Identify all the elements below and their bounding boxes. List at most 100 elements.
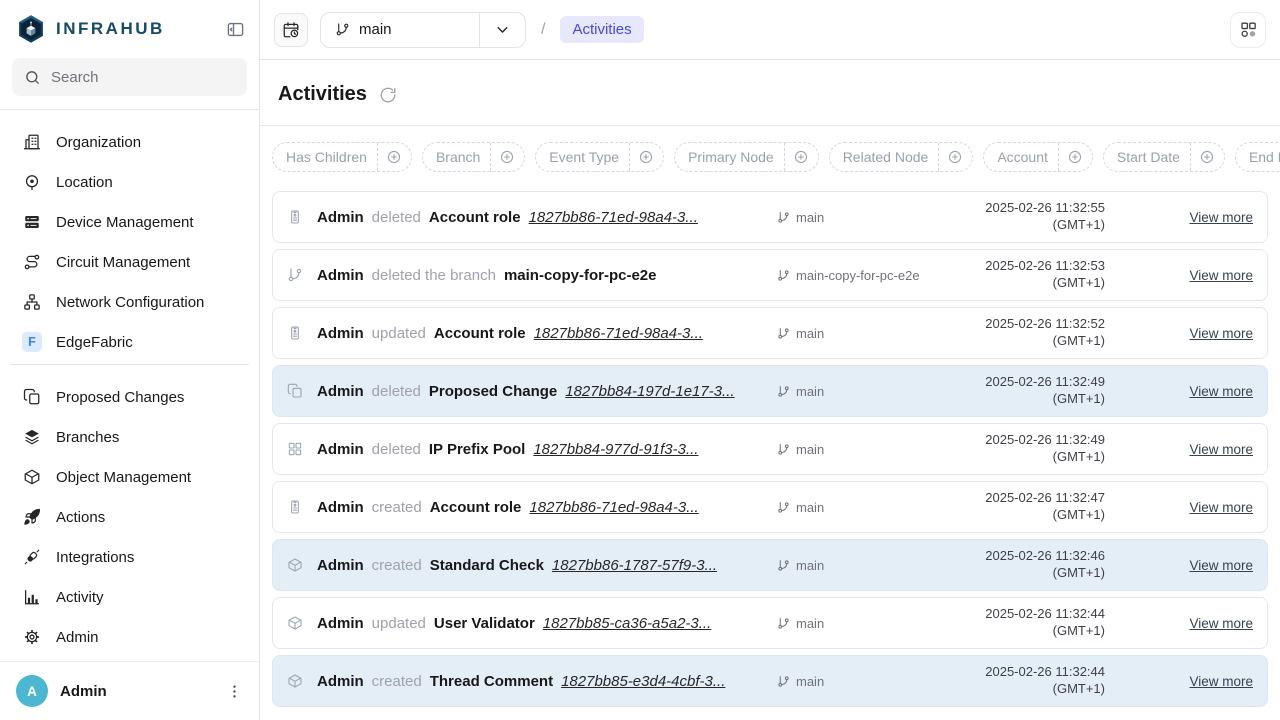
activity-object-id-link[interactable]: 1827bb85-ca36-a5a2-3...: [543, 615, 711, 632]
activity-description: Admin deleted Account role 1827bb86-71ed…: [317, 209, 777, 226]
activity-object-id-link[interactable]: 1827bb86-1787-57f9-3...: [552, 557, 717, 574]
activity-row[interactable]: Admin updated Account role 1827bb86-71ed…: [272, 307, 1268, 359]
filter-chip[interactable]: Start Date: [1103, 142, 1225, 172]
activity-branch: main: [777, 616, 957, 631]
activity-action: created: [372, 673, 422, 690]
plus-circle-icon[interactable]: [490, 143, 524, 171]
sidebar-nav-item[interactable]: Proposed Changes: [12, 377, 247, 417]
sidebar-nav-item[interactable]: F EdgeFabric: [12, 322, 247, 358]
branch-selector[interactable]: main: [320, 12, 526, 48]
activity-row[interactable]: Admin deleted Account role 1827bb86-71ed…: [272, 191, 1268, 243]
activity-actor: Admin: [317, 673, 364, 690]
view-more-link[interactable]: View more: [1189, 442, 1253, 457]
plus-circle-icon[interactable]: [784, 143, 818, 171]
activity-row[interactable]: Admin created Thread Comment 1827bb85-e3…: [272, 655, 1268, 707]
search-input[interactable]: ^K: [12, 58, 247, 96]
git-branch-icon: [287, 267, 303, 283]
sidebar-nav-item[interactable]: Location: [12, 162, 247, 202]
filter-chip[interactable]: Has Children: [272, 142, 412, 172]
plus-circle-icon[interactable]: [1058, 143, 1092, 171]
refresh-icon[interactable]: [379, 86, 397, 104]
sidebar-nav-item[interactable]: Device Management: [12, 202, 247, 242]
plus-circle-icon[interactable]: [629, 143, 663, 171]
route-icon: [22, 252, 42, 272]
activity-date: 2025-02-26 11:32:49: [957, 432, 1105, 449]
filter-chip-label: Related Node: [830, 149, 939, 165]
view-more-link[interactable]: View more: [1189, 268, 1253, 283]
sidebar-nav-item[interactable]: Organization: [12, 122, 247, 162]
plus-circle-icon[interactable]: [938, 143, 972, 171]
activity-timestamp: 2025-02-26 11:32:44 (GMT+1): [957, 606, 1105, 640]
activity-branch-name: main: [796, 210, 824, 225]
filter-chip-label: Start Date: [1104, 149, 1190, 165]
activity-object-id-link[interactable]: 1827bb86-71ed-98a4-3...: [529, 209, 698, 226]
activity-row[interactable]: Admin updated User Validator 1827bb85-ca…: [272, 597, 1268, 649]
activity-timezone: (GMT+1): [957, 333, 1105, 350]
activity-description: Admin deleted IP Prefix Pool 1827bb84-97…: [317, 441, 777, 458]
filter-chip-label: Has Children: [273, 149, 377, 165]
filter-chip[interactable]: Branch: [422, 142, 525, 172]
activity-timezone: (GMT+1): [957, 507, 1105, 524]
activity-row[interactable]: Admin created Account role 1827bb86-71ed…: [272, 481, 1268, 533]
activity-description: Admin created Standard Check 1827bb86-17…: [317, 557, 777, 574]
activity-timestamp: 2025-02-26 11:32:44 (GMT+1): [957, 664, 1105, 698]
filter-chip[interactable]: Event Type: [535, 142, 664, 172]
schema-visualizer-button[interactable]: [1230, 12, 1266, 48]
sidebar-header: INFRAHUB: [0, 0, 259, 44]
sidebar-nav-item[interactable]: Object Management: [12, 457, 247, 497]
kebab-menu-icon[interactable]: [226, 683, 243, 700]
activity-object-id-link[interactable]: 1827bb86-71ed-98a4-3...: [529, 499, 698, 516]
main-area: main / Activities: [260, 0, 1280, 720]
chevron-down-icon[interactable]: [479, 13, 525, 47]
breadcrumb-activities[interactable]: Activities: [560, 16, 643, 43]
activity-object-id-link[interactable]: 1827bb84-197d-1e17-3...: [565, 383, 734, 400]
activity-row[interactable]: Admin deleted Proposed Change 1827bb84-1…: [272, 365, 1268, 417]
layers-icon: [22, 427, 42, 447]
calendar-clock-button[interactable]: [274, 13, 308, 47]
filter-chip-label: End Date: [1236, 149, 1280, 165]
filter-chip[interactable]: Primary Node: [674, 142, 819, 172]
activity-row[interactable]: Admin deleted the branch main-copy-for-p…: [272, 249, 1268, 301]
view-more-link[interactable]: View more: [1189, 326, 1253, 341]
plus-circle-icon[interactable]: [1190, 143, 1224, 171]
activity-timezone: (GMT+1): [957, 565, 1105, 582]
view-more-link[interactable]: View more: [1189, 674, 1253, 689]
filter-chip[interactable]: Account: [983, 142, 1093, 172]
nav-group-divider: [10, 364, 249, 365]
sidebar: INFRAHUB ^K: [0, 0, 260, 720]
user-menu[interactable]: A Admin: [0, 661, 259, 720]
activity-timezone: (GMT+1): [957, 275, 1105, 292]
sidebar-nav-item[interactable]: Circuit Management: [12, 242, 247, 282]
sidebar-nav-item[interactable]: Network Configuration: [12, 282, 247, 322]
activity-row[interactable]: Admin deleted IP Prefix Pool 1827bb84-97…: [272, 423, 1268, 475]
activity-object-id-link[interactable]: 1827bb84-977d-91f3-3...: [533, 441, 698, 458]
sidebar-nav-item[interactable]: Actions: [12, 497, 247, 537]
activity-action: created: [372, 557, 422, 574]
activity-branch-name: main: [796, 616, 824, 631]
search-field[interactable]: [51, 69, 250, 86]
sidebar-nav-item[interactable]: Activity: [12, 577, 247, 617]
activity-row[interactable]: Admin created Standard Check 1827bb86-17…: [272, 539, 1268, 591]
sidebar-collapse-icon[interactable]: [226, 20, 245, 39]
view-more-link[interactable]: View more: [1189, 500, 1253, 515]
activity-timestamp: 2025-02-26 11:32:55 (GMT+1): [957, 200, 1105, 234]
activity-actor: Admin: [317, 441, 364, 458]
activity-list: Admin deleted Account role 1827bb86-71ed…: [260, 183, 1280, 720]
activity-object-id-link[interactable]: 1827bb85-e3d4-4cbf-3...: [561, 673, 725, 690]
activity-object-id-link[interactable]: 1827bb86-71ed-98a4-3...: [534, 325, 703, 342]
sidebar-nav-label: Activity: [56, 589, 104, 606]
sidebar-nav-item[interactable]: Admin: [12, 617, 247, 657]
plus-circle-icon[interactable]: [377, 143, 411, 171]
id-badge-icon: [287, 209, 303, 225]
sidebar-nav-label: Integrations: [56, 549, 134, 566]
view-more-link[interactable]: View more: [1189, 558, 1253, 573]
filter-chip[interactable]: Related Node: [829, 142, 974, 172]
activity-branch: main: [777, 558, 957, 573]
sidebar-nav-item[interactable]: Integrations: [12, 537, 247, 577]
view-more-link[interactable]: View more: [1189, 210, 1253, 225]
activity-object-type: Proposed Change: [429, 383, 557, 400]
view-more-link[interactable]: View more: [1189, 616, 1253, 631]
view-more-link[interactable]: View more: [1189, 384, 1253, 399]
sidebar-nav-item[interactable]: Branches: [12, 417, 247, 457]
filter-chip[interactable]: End Date: [1235, 142, 1280, 172]
